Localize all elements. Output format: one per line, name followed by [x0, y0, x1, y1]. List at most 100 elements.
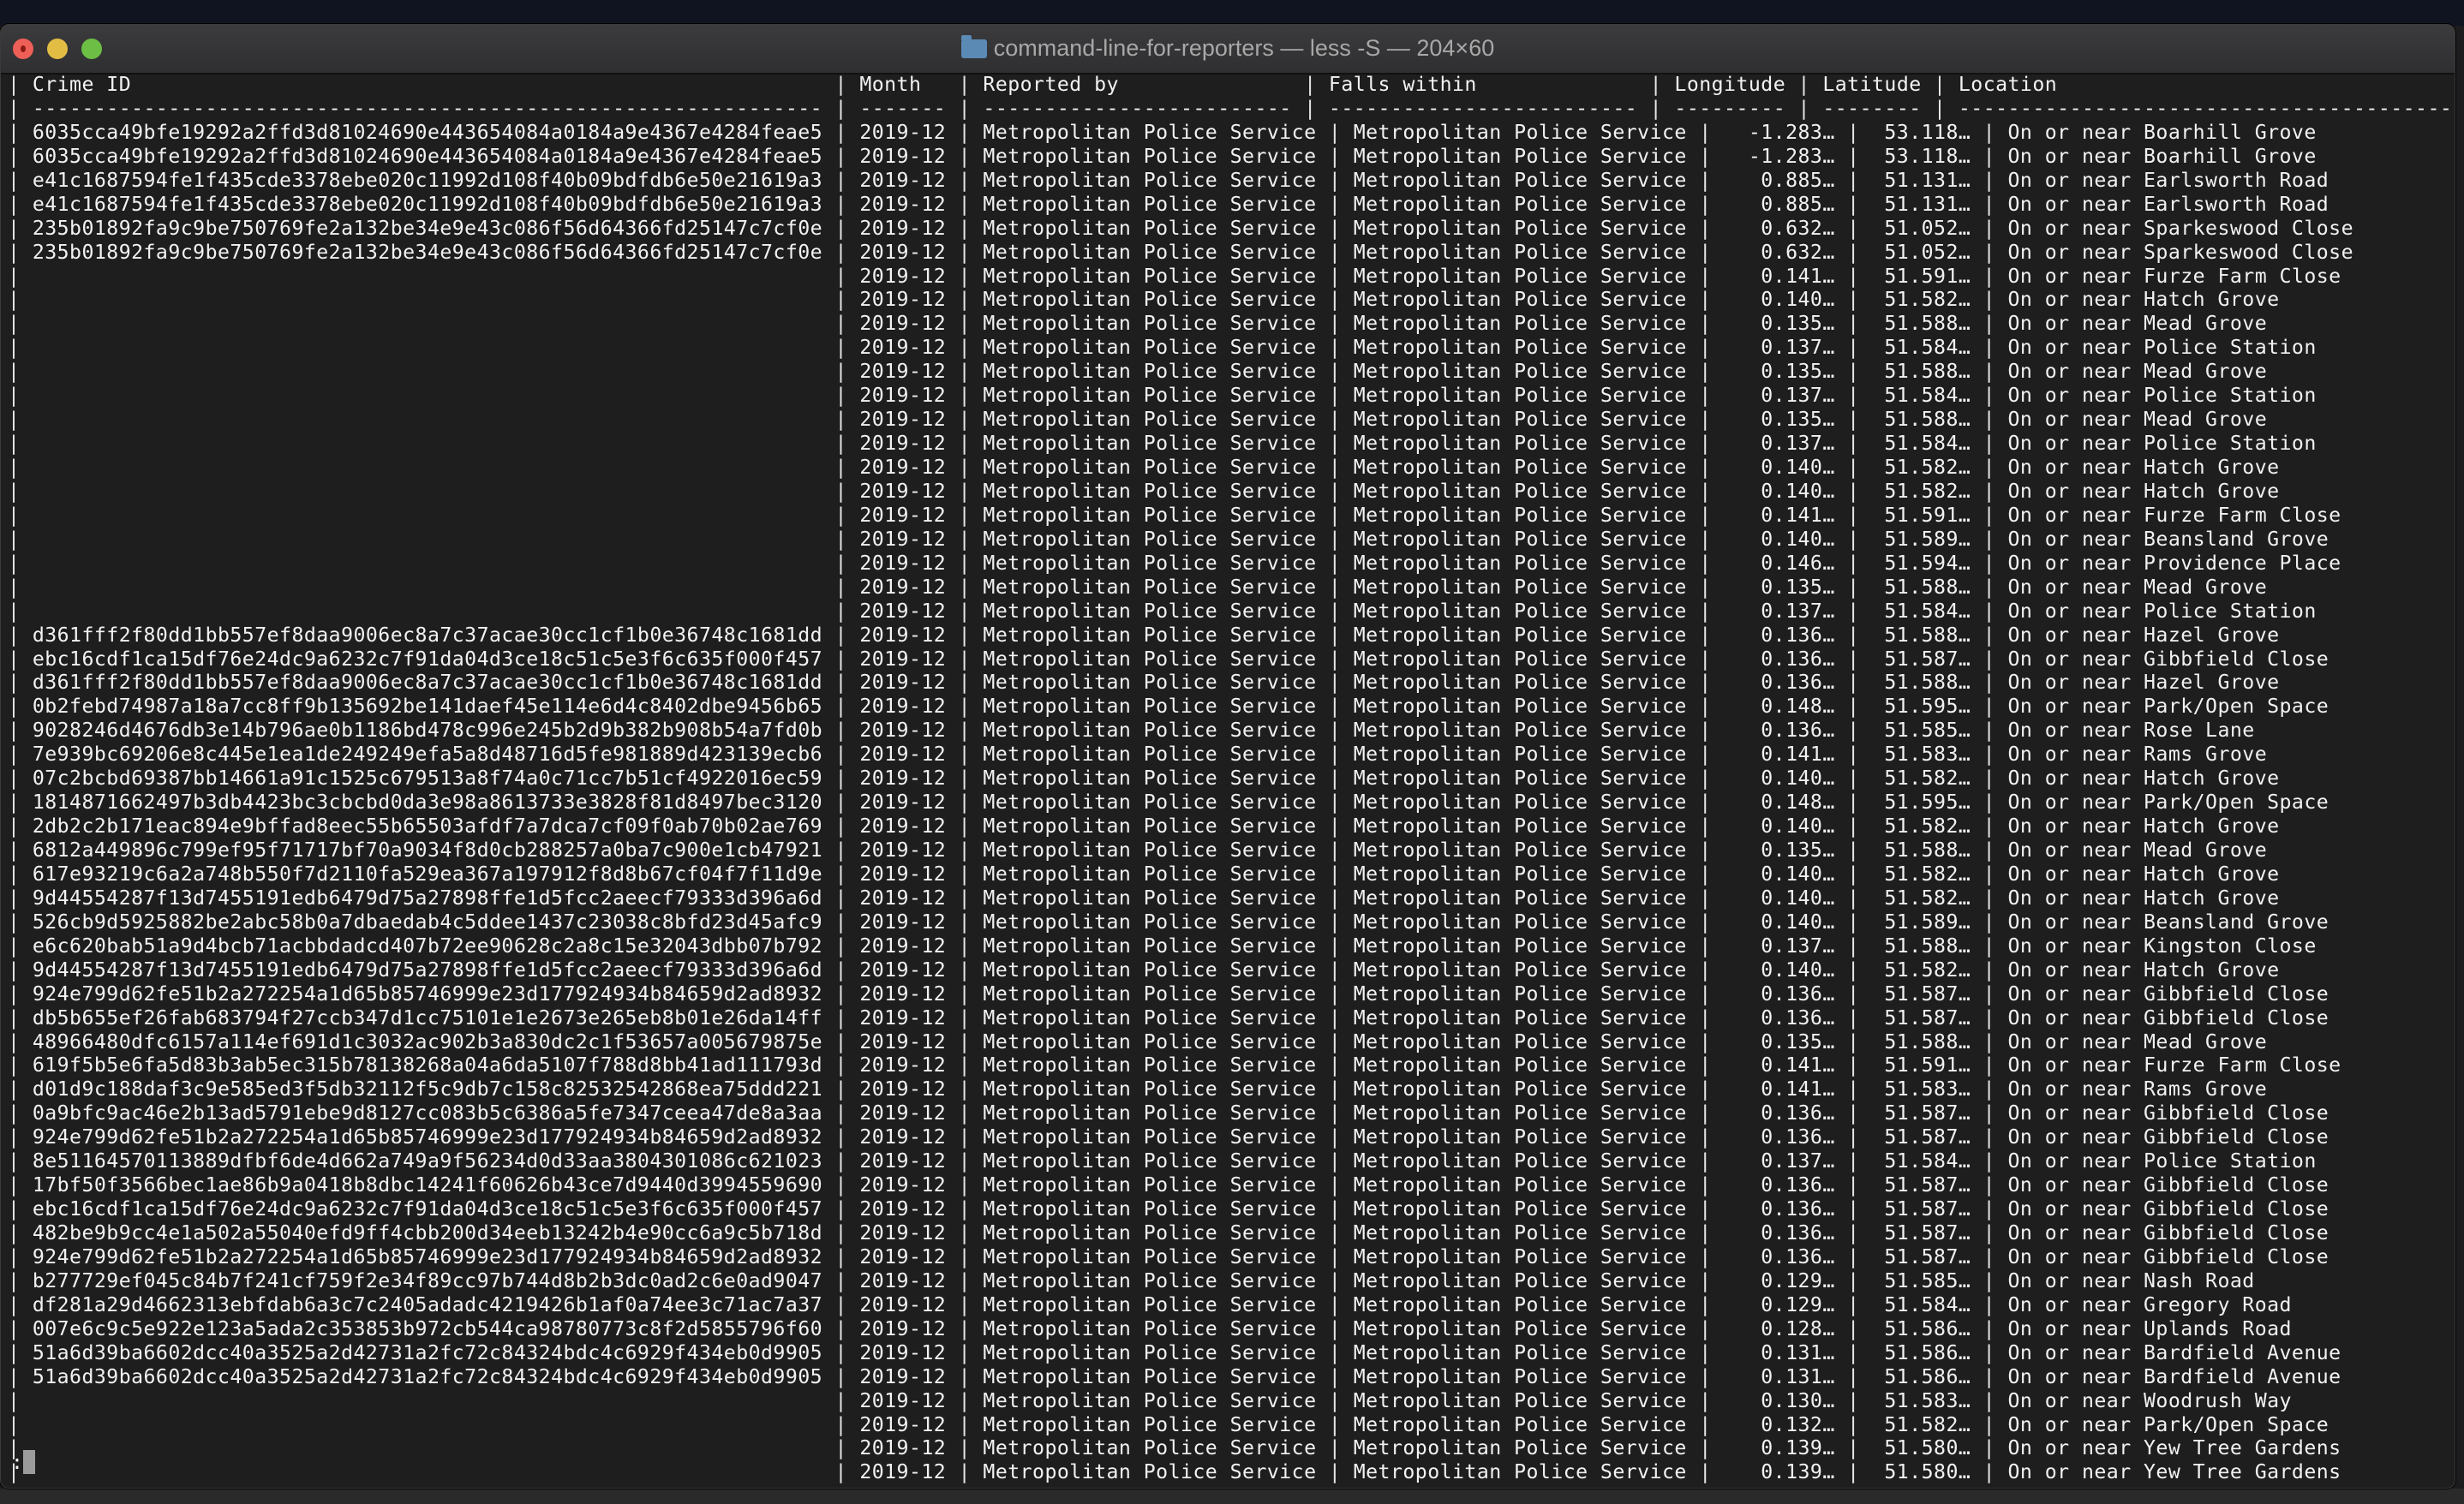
cell-reported-by: Metropolitan Police Service — [983, 408, 1317, 432]
cell-month: 2019-12 — [859, 862, 947, 886]
column-separator: | — [1834, 432, 1872, 456]
cell-longitude: 0.135… — [1724, 1030, 1835, 1053]
column-separator: | — [822, 192, 860, 216]
column-separator: | — [8, 862, 33, 886]
cell-month: 2019-12 — [859, 1340, 947, 1364]
cell-falls-within: Metropolitan Police Service — [1353, 1053, 1687, 1077]
cell-latitude: 51.580… — [1871, 1460, 1971, 1484]
column-separator: | — [946, 791, 984, 815]
cell-longitude: 0.148… — [1724, 791, 1835, 815]
cell-location: On or near Mead Grove — [2007, 575, 2268, 599]
cell-reported-by: Metropolitan Police Service — [983, 1316, 1317, 1340]
cell-latitude: 51.588… — [1871, 623, 1971, 647]
column-separator: | — [1686, 1030, 1725, 1053]
column-separator: | — [8, 527, 33, 551]
column-separator: | — [1686, 1149, 1725, 1173]
column-separator: | — [8, 1316, 33, 1340]
column-separator: | — [822, 958, 860, 982]
table-row: | 235b01892fa9c9be750769fe2a132be34e9e43… — [8, 241, 2455, 265]
table-row: | | 2019-12 | Metropolitan Police Servic… — [8, 1436, 2455, 1460]
column-separator: | — [946, 1006, 984, 1030]
table-row: | | 2019-12 | Metropolitan Police Servic… — [8, 504, 2455, 528]
cell-latitude: 51.582… — [1871, 958, 1971, 982]
cell-location: On or near Gibbfield Close — [2007, 1221, 2329, 1244]
cell-longitude: 0.137… — [1724, 1149, 1835, 1173]
column-separator: | — [1834, 1221, 1872, 1244]
column-separator: | — [1971, 168, 2008, 192]
column-separator: | — [8, 1268, 33, 1292]
cell-latitude: 53.118… — [1871, 144, 1971, 168]
cell-latitude: 51.594… — [1871, 551, 1971, 575]
column-separator: | — [1316, 384, 1354, 408]
column-separator: | — [1834, 1173, 1872, 1197]
cell-longitude: 0.136… — [1724, 1244, 1835, 1268]
column-separator: | — [1971, 839, 2008, 862]
terminal-content[interactable]: | Crime ID | Month | Reported by | Falls… — [8, 73, 2455, 1488]
cell-location: On or near Police Station — [2007, 336, 2317, 360]
column-separator: | — [822, 695, 860, 719]
column-separator: | — [1834, 1268, 1872, 1292]
column-separator: | — [822, 647, 860, 671]
column-separator: | — [8, 671, 33, 695]
cell-longitude: 0.141… — [1724, 264, 1835, 288]
cell-falls-within: Metropolitan Police Service — [1353, 671, 1687, 695]
column-separator: | — [8, 456, 33, 479]
column-separator: | — [946, 1436, 984, 1460]
cell-month: 2019-12 — [859, 1292, 947, 1316]
cell-falls-within: Metropolitan Police Service — [1353, 216, 1687, 240]
column-separator: | — [1316, 527, 1354, 551]
column-separator: | — [1316, 647, 1354, 671]
column-separator: | — [822, 1244, 860, 1268]
cell-latitude: 51.582… — [1871, 288, 1971, 312]
column-separator: | — [1316, 240, 1354, 264]
column-separator: | — [1686, 599, 1725, 623]
cell-longitude: 0.130… — [1724, 1388, 1835, 1412]
cell-reported-by: Metropolitan Police Service — [983, 623, 1317, 647]
column-separator: | — [1316, 1077, 1354, 1101]
column-separator: | — [1971, 647, 2008, 671]
column-separator: | — [1971, 1412, 2008, 1436]
table-row: | 0b2febd74987a18a7cc8ff9b135692be141dae… — [8, 695, 2455, 719]
column-separator: | — [1971, 910, 2008, 934]
column-separator: | — [1834, 671, 1872, 695]
column-separator: | — [946, 73, 984, 96]
column-separator: | — [1316, 815, 1354, 839]
title-bar[interactable]: command-line-for-reporters — less -S — 2… — [1, 25, 2455, 75]
cell-longitude: 0.137… — [1724, 336, 1835, 360]
column-separator: | — [1971, 360, 2008, 384]
column-separator: | — [1971, 1173, 2008, 1197]
column-separator: | — [1686, 791, 1725, 815]
cell-month: 2019-12 — [859, 1388, 947, 1412]
column-separator: | — [1686, 1006, 1725, 1030]
table-row: | 924e799d62fe51b2a272254a1d65b85746999e… — [8, 982, 2455, 1006]
column-separator: | — [1686, 767, 1725, 791]
column-separator: | — [1971, 1101, 2008, 1125]
cell-month: 2019-12 — [859, 815, 947, 839]
column-separator: | — [1316, 1149, 1354, 1173]
column-separator: | — [946, 815, 984, 839]
table-row: | 7e939bc69206e8c445e1ea1de249249efa5a8d… — [8, 743, 2455, 767]
less-prompt[interactable]: : — [11, 1450, 35, 1476]
column-separator: | — [8, 312, 33, 336]
column-separator: | — [1686, 1388, 1725, 1412]
cell-location: On or near Boarhill Grove — [2007, 144, 2317, 168]
column-separator: | — [1834, 1340, 1872, 1364]
column-separator: | — [1686, 360, 1725, 384]
column-separator: | — [822, 1460, 860, 1484]
cell-crime-id: 17bf50f3566bec1ae86b9a0418b8dbc14241f606… — [32, 1173, 823, 1197]
column-separator: | — [8, 432, 33, 456]
cell-location: On or near Police Station — [2007, 432, 2317, 456]
cell-reported-by: Metropolitan Police Service — [983, 1268, 1317, 1292]
table-row: | 924e799d62fe51b2a272254a1d65b85746999e… — [8, 1245, 2455, 1269]
column-separator: | — [822, 336, 860, 360]
column-separator: | — [8, 120, 33, 144]
table-divider-row: | --------------------------------------… — [8, 97, 2455, 121]
column-separator: | — [1686, 575, 1725, 599]
cell-longitude: 0.135… — [1724, 360, 1835, 384]
column-separator: | — [822, 96, 860, 120]
column-separator: | — [1971, 934, 2008, 958]
cell-month: 2019-12 — [859, 1268, 947, 1292]
column-separator: | — [1971, 479, 2008, 503]
cell-falls-within: Metropolitan Police Service — [1353, 120, 1687, 144]
column-separator: | — [822, 671, 860, 695]
